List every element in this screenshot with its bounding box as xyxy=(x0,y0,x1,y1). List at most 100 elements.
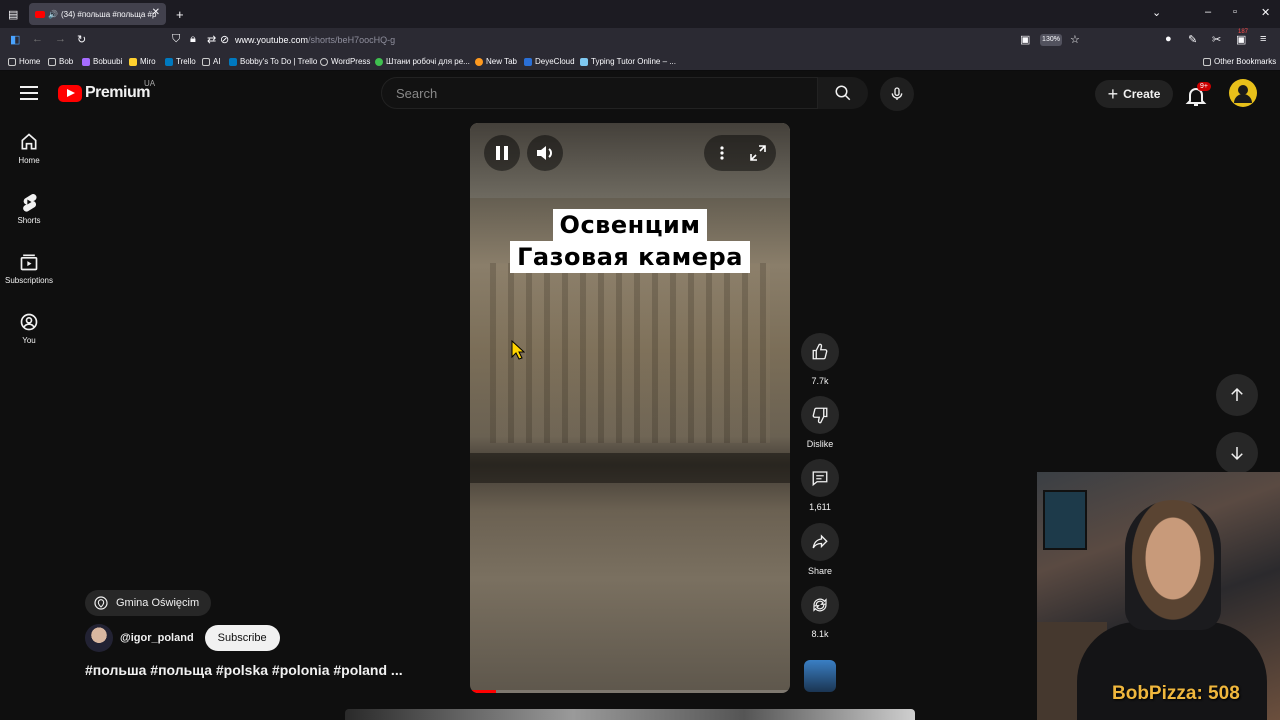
share-icon xyxy=(812,534,828,549)
back-icon[interactable]: ← xyxy=(32,33,43,45)
thumbs-down-icon xyxy=(812,407,828,424)
browser-tab-active[interactable]: 🔊 (34) #польша #польща #p ✕ xyxy=(29,3,166,25)
sidebar-item-label: You xyxy=(22,336,36,345)
location-label: Gmina Oświęcim xyxy=(116,597,200,609)
channel-avatar[interactable] xyxy=(85,624,113,652)
account-icon[interactable]: ● xyxy=(1165,33,1172,45)
tab-title: (34) #польша #польща #p xyxy=(60,9,157,19)
search-button[interactable] xyxy=(818,77,868,109)
previous-short-button[interactable] xyxy=(1216,374,1258,416)
menu-icon[interactable] xyxy=(20,86,38,100)
like-button[interactable]: 7.7k xyxy=(801,333,839,386)
voice-search-button[interactable] xyxy=(880,77,914,111)
more-options-button[interactable] xyxy=(704,135,740,171)
extensions-icon[interactable]: ✎ xyxy=(1188,33,1197,46)
bookmark-deyecloud[interactable]: DeyeCloud xyxy=(524,57,575,66)
video-progress-bar[interactable] xyxy=(470,690,790,693)
miro-icon xyxy=(129,57,137,66)
share-button[interactable]: Share xyxy=(801,523,839,576)
video-description[interactable]: #польша #польща #polska #polonia #poland… xyxy=(85,662,403,678)
reload-icon[interactable]: ↻ xyxy=(77,33,86,46)
bobuubi-icon xyxy=(82,57,90,66)
bookmark-miro[interactable]: Miro xyxy=(129,57,156,66)
bookmark-bobbys-todo[interactable]: Bobby's To Do | Trello xyxy=(229,57,317,66)
close-window-icon[interactable]: ✕ xyxy=(1261,6,1270,19)
bookmark-pants[interactable]: Штани робочі для ре... xyxy=(375,57,470,66)
forward-icon[interactable]: → xyxy=(55,33,66,45)
close-tab-icon[interactable]: ✕ xyxy=(152,7,160,18)
logo-text: Premium xyxy=(85,84,150,101)
tab-list-icon[interactable]: ▤ xyxy=(8,8,18,21)
search-icon xyxy=(835,85,851,101)
lock-icon[interactable]: 🔒︎ xyxy=(190,33,196,46)
bookmark-typing-tutor[interactable]: Typing Tutor Online – ... xyxy=(580,57,676,66)
sound-thumbnail[interactable] xyxy=(804,660,836,692)
remix-button[interactable]: 8.1k xyxy=(801,586,839,639)
permissions-icon[interactable]: ⇄ xyxy=(207,33,216,46)
camera-off-icon[interactable]: ⊘ xyxy=(220,33,229,46)
bookmark-ai[interactable]: AI xyxy=(202,57,221,66)
search-input[interactable] xyxy=(382,78,817,108)
sidebar-item-shorts[interactable]: Shorts xyxy=(0,192,58,225)
reader-mode-icon[interactable]: ▣ xyxy=(1020,33,1030,46)
youtube-header: Premium UA + Create 9+ xyxy=(0,72,1280,116)
channel-name[interactable]: @igor_poland xyxy=(120,632,194,644)
you-icon xyxy=(20,313,38,331)
video-progress-fill xyxy=(470,690,496,693)
dislike-button[interactable]: Dislike xyxy=(801,396,839,449)
sidebar-item-label: Shorts xyxy=(17,216,41,225)
mouse-cursor-icon xyxy=(511,340,525,360)
create-button[interactable]: + Create xyxy=(1095,80,1173,108)
bookmark-bobuubi[interactable]: Bobuubi xyxy=(82,57,122,66)
cloud-icon xyxy=(524,57,532,66)
notification-badge: 9+ xyxy=(1197,82,1211,91)
trello-icon xyxy=(165,57,173,66)
location-chip[interactable]: Gmina Oświęcim xyxy=(85,590,212,616)
bookmark-star-icon[interactable]: ☆ xyxy=(1070,33,1080,46)
account-avatar[interactable] xyxy=(1229,79,1257,107)
webcam-person xyxy=(1125,500,1221,630)
stream-overlay-counter: BobPizza: 508 xyxy=(1112,683,1240,704)
bookmark-bob[interactable]: Bob xyxy=(48,57,73,66)
bookmark-home[interactable]: Home xyxy=(8,57,40,66)
sidebar-item-you[interactable]: You xyxy=(0,312,58,345)
sidebar-item-subscriptions[interactable]: Subscriptions xyxy=(0,252,58,285)
arrow-down-icon xyxy=(1231,447,1243,461)
comments-button[interactable]: 1,611 xyxy=(801,459,839,512)
menu-icon[interactable]: ≡ xyxy=(1260,33,1266,45)
extension-badge: 187 xyxy=(1238,29,1249,35)
pause-button[interactable] xyxy=(484,135,520,171)
new-tab-icon[interactable]: + xyxy=(176,7,184,22)
fullscreen-button[interactable] xyxy=(740,135,776,171)
video-frame-floorline xyxy=(470,453,790,483)
shorts-video-player[interactable]: Освенцим Газовая камера xyxy=(470,123,790,693)
other-bookmarks[interactable]: Other Bookmarks xyxy=(1203,57,1276,66)
remix-count: 8.1k xyxy=(811,629,829,639)
zoom-level[interactable]: 130% xyxy=(1040,34,1062,46)
bookmark-wordpress[interactable]: WordPress xyxy=(320,57,370,66)
restore-icon[interactable]: ▫ xyxy=(1233,6,1237,18)
folder-icon xyxy=(202,57,210,66)
volume-button[interactable] xyxy=(527,135,563,171)
video-caption: Освенцим Газовая камера xyxy=(470,209,790,273)
next-short-button[interactable] xyxy=(1216,432,1258,474)
chevron-down-icon[interactable]: ⌄ xyxy=(1152,6,1161,19)
caption-line-2: Газовая камера xyxy=(510,241,750,273)
address-bar[interactable]: www.youtube.com/shorts/beH7oocHQ-g xyxy=(235,35,395,45)
comment-count: 1,611 xyxy=(809,502,831,512)
minimize-icon[interactable]: – xyxy=(1205,6,1211,18)
sidebar-toggle-icon[interactable]: ◧ xyxy=(10,33,20,46)
youtube-logo[interactable]: Premium UA xyxy=(58,79,155,102)
plus-icon: + xyxy=(1107,84,1119,104)
extension-icon[interactable]: ✂ xyxy=(1212,33,1221,46)
bookmark-trello[interactable]: Trello xyxy=(165,57,196,66)
search-box xyxy=(381,77,818,109)
speaker-icon[interactable]: 🔊 xyxy=(48,10,58,19)
subscribe-button[interactable]: Subscribe xyxy=(204,625,280,651)
sidebar-item-home[interactable]: Home xyxy=(0,132,58,165)
folder-icon xyxy=(1203,57,1211,66)
shield-icon[interactable]: ⛉ xyxy=(172,33,180,46)
bookmark-new-tab[interactable]: New Tab xyxy=(475,57,517,66)
browser-navbar: ◧ ← → ↻ ⛉ 🔒︎ ⇄ ⊘ www.youtube.com/shorts/… xyxy=(0,28,1280,52)
create-label: Create xyxy=(1123,87,1161,101)
